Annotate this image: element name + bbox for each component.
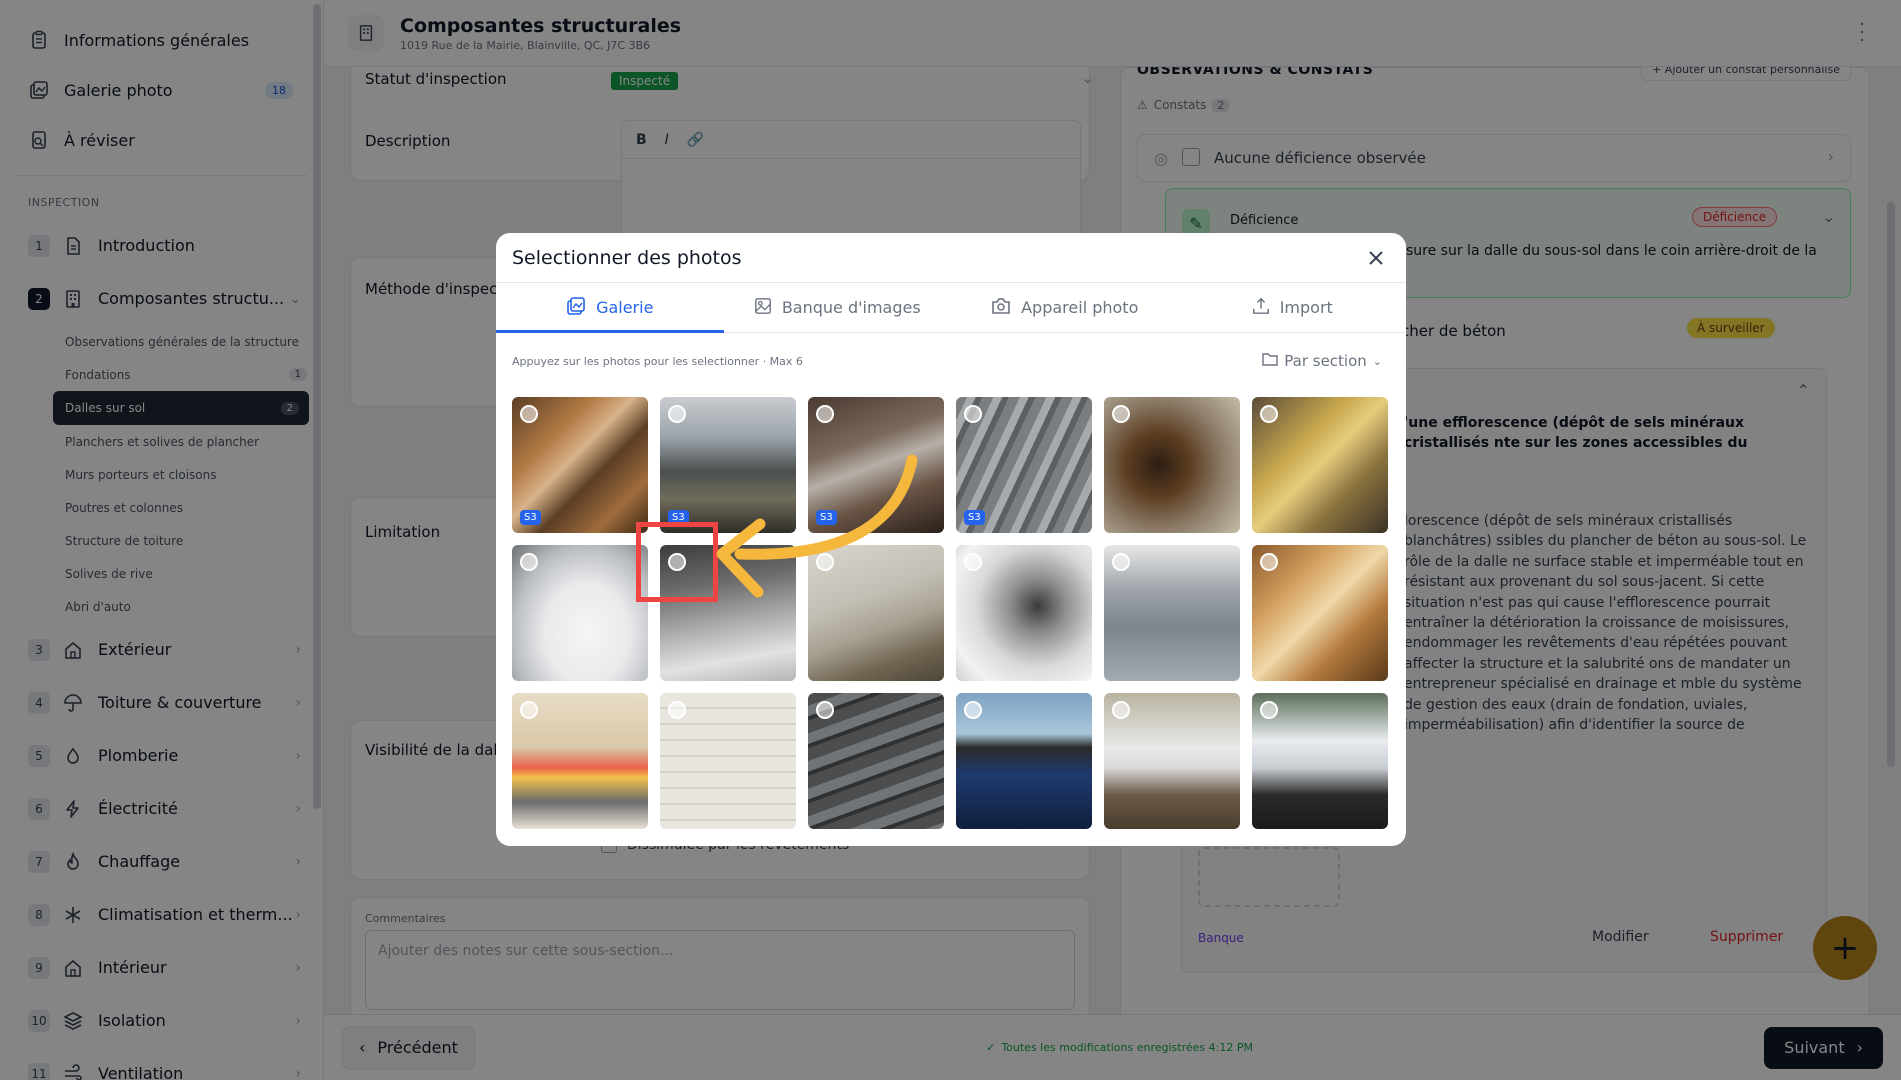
chevron-down-icon: ⌄ bbox=[1372, 354, 1382, 368]
photo-thumbnail[interactable] bbox=[808, 693, 944, 829]
photo-thumbnail[interactable]: S3 bbox=[956, 397, 1092, 533]
photo-thumbnail[interactable] bbox=[956, 545, 1092, 681]
upload-icon bbox=[1252, 297, 1270, 319]
select-circle[interactable] bbox=[1260, 405, 1278, 423]
select-circle[interactable] bbox=[1112, 701, 1130, 719]
select-circle[interactable] bbox=[668, 701, 686, 719]
photo-thumbnail[interactable] bbox=[956, 693, 1092, 829]
select-circle[interactable] bbox=[1112, 553, 1130, 571]
photo-thumbnail[interactable] bbox=[512, 545, 648, 681]
select-circle[interactable] bbox=[520, 701, 538, 719]
group-by-dropdown[interactable]: Par section ⌄ bbox=[1262, 352, 1382, 370]
select-circle[interactable] bbox=[1112, 405, 1130, 423]
photo-thumbnail[interactable] bbox=[1104, 545, 1240, 681]
gallery-icon bbox=[566, 296, 586, 320]
select-circle[interactable] bbox=[1260, 553, 1278, 571]
group-by-label: Par section bbox=[1284, 352, 1367, 370]
folder-icon bbox=[1262, 352, 1278, 370]
selection-hint: Appuyez sur les photos pour les selectio… bbox=[512, 354, 803, 368]
photo-thumbnail[interactable] bbox=[1252, 397, 1388, 533]
photo-thumbnail[interactable] bbox=[1104, 693, 1240, 829]
select-circle[interactable] bbox=[1260, 701, 1278, 719]
select-circle[interactable] bbox=[816, 701, 834, 719]
photo-thumbnail[interactable]: S3 bbox=[512, 397, 648, 533]
tab-gallery[interactable]: Galerie bbox=[496, 283, 724, 333]
select-circle[interactable] bbox=[964, 405, 982, 423]
tab-import[interactable]: Import bbox=[1179, 283, 1407, 332]
hint-row: Appuyez sur les photos pour les selectio… bbox=[496, 333, 1406, 389]
close-icon[interactable] bbox=[1364, 246, 1388, 270]
photo-thumbnail[interactable] bbox=[660, 693, 796, 829]
tab-image-bank[interactable]: Banque d'images bbox=[724, 283, 952, 332]
annotation-arrow-icon bbox=[716, 454, 918, 598]
tab-label: Import bbox=[1279, 298, 1333, 317]
section-badge: S3 bbox=[964, 510, 985, 525]
photo-thumbnail[interactable] bbox=[1104, 397, 1240, 533]
photo-thumbnail[interactable] bbox=[1252, 693, 1388, 829]
select-circle[interactable] bbox=[668, 405, 686, 423]
select-circle[interactable] bbox=[964, 553, 982, 571]
modal-title: Selectionner des photos bbox=[512, 246, 742, 269]
photo-grid: S3 S3 S3 S3 bbox=[512, 397, 1388, 829]
photo-thumbnail[interactable] bbox=[1252, 545, 1388, 681]
select-circle[interactable] bbox=[520, 553, 538, 571]
tab-label: Appareil photo bbox=[1021, 298, 1139, 317]
photo-picker-modal: Selectionner des photos Galerie Banque d… bbox=[496, 233, 1406, 846]
source-tabs: Galerie Banque d'images Appareil photo I… bbox=[496, 283, 1406, 333]
image-icon bbox=[754, 297, 772, 319]
camera-icon bbox=[991, 297, 1011, 319]
section-badge: S3 bbox=[520, 510, 541, 525]
modal-header: Selectionner des photos bbox=[496, 233, 1406, 283]
select-circle[interactable] bbox=[520, 405, 538, 423]
select-circle[interactable] bbox=[964, 701, 982, 719]
select-circle[interactable] bbox=[816, 405, 834, 423]
tab-label: Banque d'images bbox=[781, 298, 921, 317]
photo-thumbnail[interactable] bbox=[512, 693, 648, 829]
tab-camera[interactable]: Appareil photo bbox=[951, 283, 1179, 332]
tab-label: Galerie bbox=[596, 298, 654, 317]
